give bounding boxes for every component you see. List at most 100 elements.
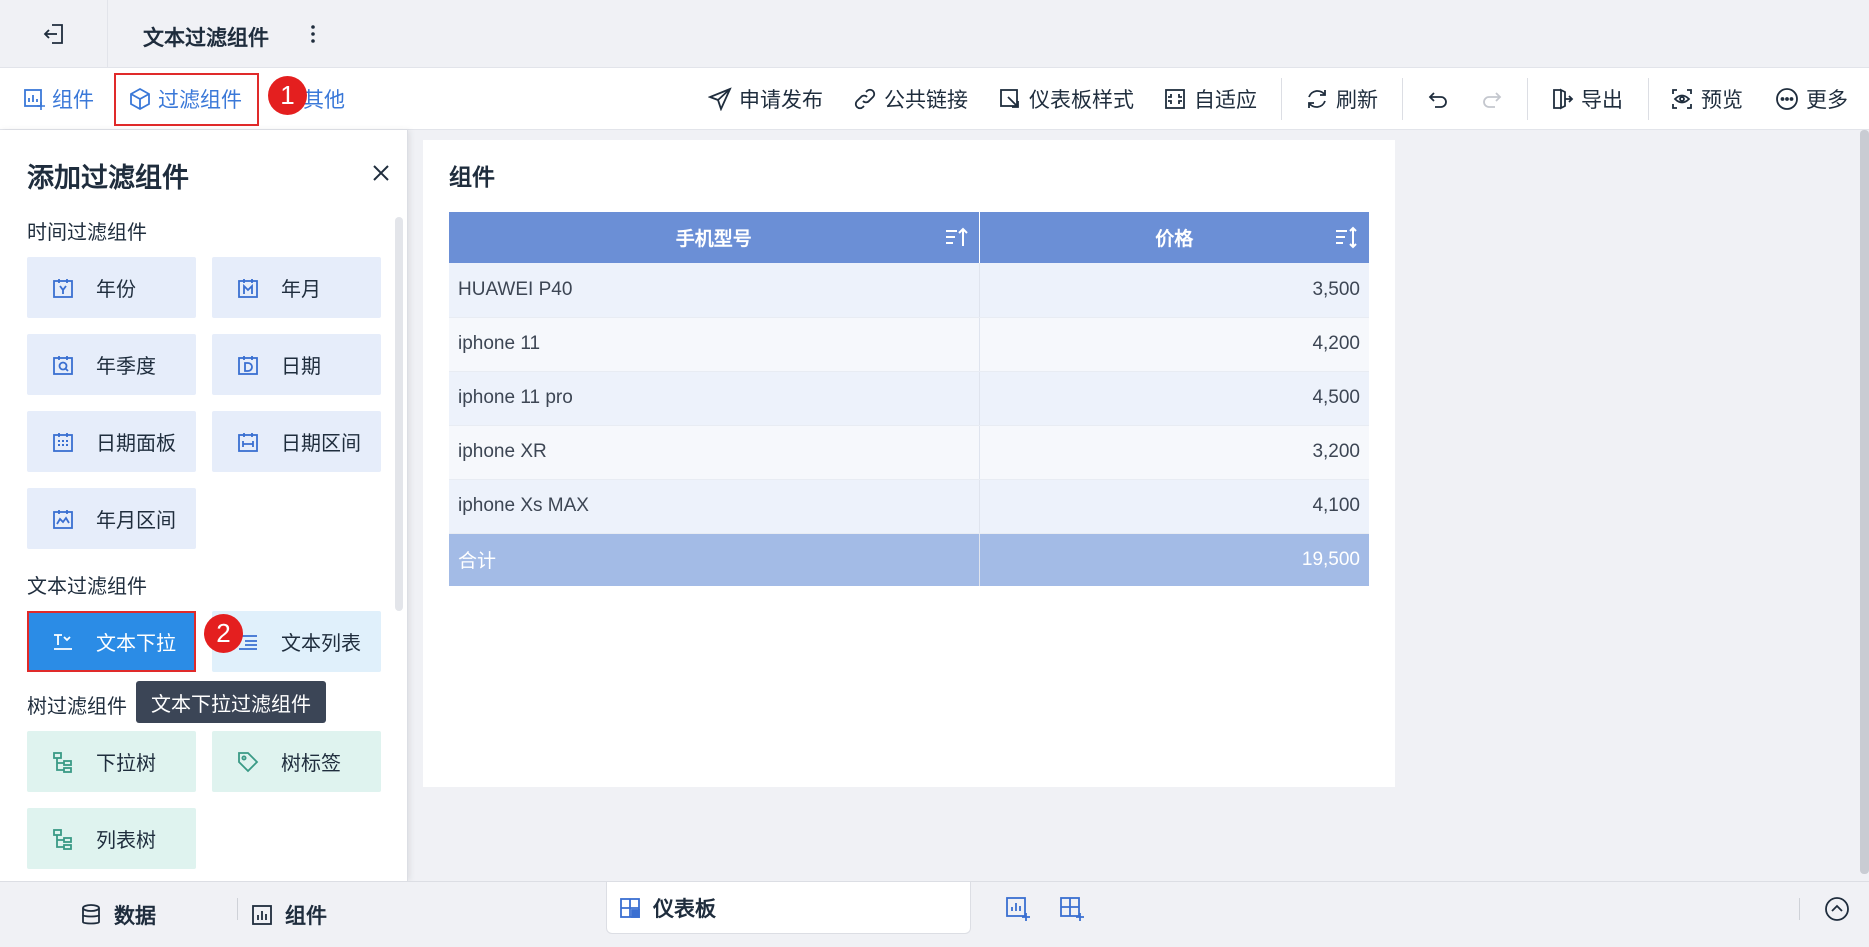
style-brush-icon [1000,89,1019,108]
table-cell-price: 4,100 [979,479,1369,534]
data-tab-label: 数据 [114,905,156,928]
calendar-grid-icon [50,429,76,455]
components-tab-label: 组件 [285,905,327,928]
table-row: HUAWEI P40 3,500 [449,263,1369,318]
toolbar-divider [1281,78,1282,120]
data-tab[interactable]: 数据 [80,882,156,947]
vertical-dots-icon [311,25,315,43]
filter-date-panel-label: 日期面板 [96,433,176,455]
table-cell-model: iphone 11 pro [449,371,980,426]
table-widget[interactable]: 组件 手机型号 价格 HUAWEI P40 3,500 iphone 11 4,… [423,140,1395,787]
filter-list-tree-button[interactable]: 列表树 [27,808,196,869]
step-badge-1: 1 [268,76,307,115]
dashboard-tab[interactable]: 仪表板 [619,882,716,934]
public-link-label: 公共链接 [884,89,968,112]
dashboard-style-button[interactable]: 仪表板样式 [998,68,1134,130]
preview-button[interactable]: 预览 [1670,68,1743,130]
other-menu-label: 其他 [303,89,345,112]
toolbar-divider [1402,78,1403,120]
filter-text-list-label: 文本列表 [281,633,361,655]
public-link-button[interactable]: 公共链接 [853,68,968,130]
link-icon [854,88,876,110]
table-cell-model: iphone 11 [449,317,980,372]
sort-both-icon[interactable] [1333,225,1359,251]
time-filter-section-label: 时间过滤组件 [27,222,147,244]
dashboard-icon [620,898,640,918]
table-header-row: 手机型号 价格 [449,212,1369,263]
filter-year-month-button[interactable]: 年月 [212,257,381,318]
filter-date-range-label: 日期区间 [281,433,361,455]
table-cell-model: iphone Xs MAX [449,479,980,534]
table-total-value: 19,500 [979,533,1369,586]
text-filter-section-label: 文本过滤组件 [27,576,147,598]
components-menu-label: 组件 [52,89,94,112]
panel-title: 添加过滤组件 [27,163,189,193]
collapse-button[interactable] [1823,895,1851,923]
paper-plane-icon [708,87,732,111]
widget-title: 组件 [449,164,495,190]
column-header-price-label: 价格 [1155,229,1194,250]
column-header-model[interactable]: 手机型号 [449,212,980,263]
calendar-range-icon [235,429,261,455]
add-filter-panel: 添加过滤组件 时间过滤组件 年份 年月 年季度 日期 日期面板 日期区间 年月区… [0,130,408,881]
add-dashboard-icon [1060,897,1084,921]
more-label: 更多 [1806,89,1848,112]
filter-date-panel-button[interactable]: 日期面板 [27,411,196,472]
canvas-scrollbar[interactable] [1860,130,1869,874]
tree-list-icon [50,826,76,852]
exit-icon [43,24,63,44]
add-chart-button[interactable] [1003,894,1033,924]
bottom-divider [1799,898,1800,920]
calendar-month-range-icon [50,506,76,532]
filter-year-month-range-button[interactable]: 年月区间 [27,488,196,549]
panel-scrollbar[interactable] [395,217,403,611]
table-total-label: 合计 [449,533,980,586]
redo-button[interactable] [1478,86,1506,114]
table-cell-model: iphone XR [449,425,980,480]
refresh-button[interactable]: 刷新 [1305,68,1378,130]
panel-close-button[interactable] [368,160,394,186]
publish-button[interactable]: 申请发布 [708,68,823,130]
toolbar-divider [1648,78,1649,120]
components-menu-button[interactable]: 组件 [22,68,94,130]
tag-icon [235,749,261,775]
filter-date-range-button[interactable]: 日期区间 [212,411,381,472]
filter-year-month-range-label: 年月区间 [96,510,176,532]
exit-button[interactable] [0,0,108,68]
add-dashboard-button[interactable] [1057,894,1087,924]
more-button[interactable]: 更多 [1775,68,1848,130]
adaptive-label: 自适应 [1194,89,1257,112]
page-title: 文本过滤组件 [143,27,269,50]
filter-date-button[interactable]: 日期 [212,334,381,395]
refresh-label: 刷新 [1336,89,1378,112]
toolbar-divider [1527,78,1528,120]
table-row: iphone Xs MAX 4,100 [449,479,1369,534]
adaptive-button[interactable]: 自适应 [1163,68,1257,130]
table-total-row: 合计 19,500 [449,533,1369,586]
filter-dropdown-tree-button[interactable]: 下拉树 [27,731,196,792]
undo-button[interactable] [1424,86,1452,114]
title-more-button[interactable] [303,18,323,50]
components-tab[interactable]: 组件 [251,882,327,947]
filter-year-quarter-button[interactable]: 年季度 [27,334,196,395]
export-button[interactable]: 导出 [1550,68,1623,130]
sort-ascending-icon[interactable] [943,225,969,251]
step-badge-2: 2 [204,614,243,653]
bottom-divider [237,898,238,920]
filter-dropdown-tree-label: 下拉树 [96,753,156,775]
filter-date-label: 日期 [281,356,321,378]
tree-dropdown-icon [50,749,76,775]
preview-label: 预览 [1701,89,1743,112]
filter-year-button[interactable]: 年份 [27,257,196,318]
filter-year-month-label: 年月 [281,279,321,301]
table-cell-price: 3,200 [979,425,1369,480]
table-row: iphone 11 pro 4,500 [449,371,1369,426]
filter-tree-tag-button[interactable]: 树标签 [212,731,381,792]
other-menu-button[interactable]: 其他 [303,68,345,130]
filter-tree-tag-label: 树标签 [281,753,341,775]
calendar-month-icon [235,275,261,301]
undo-icon [1428,92,1447,108]
data-table: 手机型号 价格 HUAWEI P40 3,500 iphone 11 4,200… [449,212,1369,586]
table-row: iphone 11 4,200 [449,317,1369,372]
column-header-price[interactable]: 价格 [979,212,1369,263]
